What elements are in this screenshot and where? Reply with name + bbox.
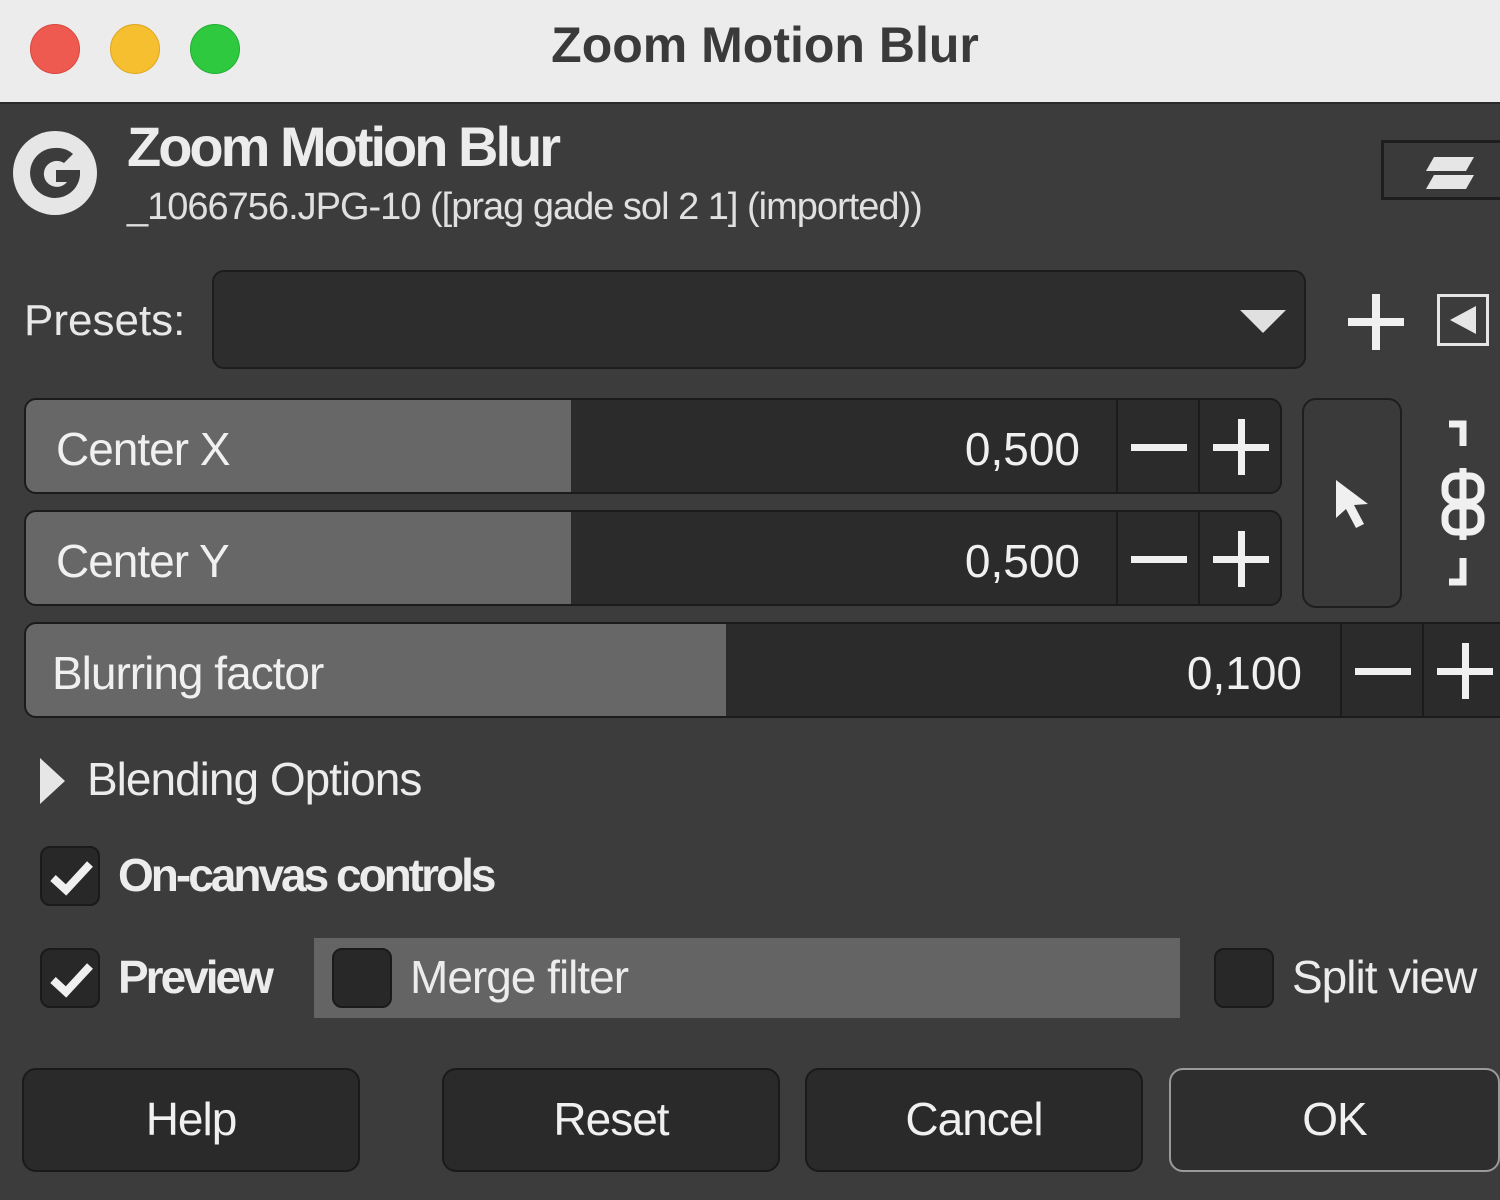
presets-combo[interactable] <box>212 270 1306 369</box>
chevron-down-icon <box>1240 310 1286 333</box>
dialog-title: Zoom Motion Blur <box>127 115 561 178</box>
reset-button[interactable]: Reset <box>442 1068 780 1172</box>
split-view-checkbox[interactable] <box>1214 948 1274 1008</box>
window-titlebar: Zoom Motion Blur <box>0 0 1500 104</box>
center-x-label: Center X <box>56 423 231 475</box>
merge-filter-toggle[interactable]: Merge filter <box>314 938 1180 1018</box>
center-y-spinscale[interactable]: Center Y 0,500 <box>24 510 1282 606</box>
blurring-factor-spinscale[interactable]: Blurring factor 0,100 <box>24 622 1500 718</box>
presets-label: Presets: <box>24 296 186 345</box>
blurring-factor-value[interactable]: 0,100 <box>1187 646 1302 700</box>
image-name: _1066756.JPG-10 ([prag gade sol 2 1] (im… <box>127 186 923 228</box>
checkmark-icon <box>50 963 93 998</box>
pick-coordinates-button[interactable] <box>1302 398 1402 608</box>
menu-triangle-icon <box>1450 306 1476 334</box>
center-x-decrease-button[interactable] <box>1116 400 1200 492</box>
center-y-value[interactable]: 0,500 <box>965 534 1080 588</box>
on-canvas-controls-label: On-canvas controls <box>118 849 496 901</box>
presets-menu-button[interactable] <box>1437 294 1489 346</box>
center-x-value[interactable]: 0,500 <box>965 422 1080 476</box>
chain-link-icon <box>1441 420 1485 586</box>
merge-filter-label: Merge filter <box>410 951 629 1003</box>
plus-icon <box>1348 294 1404 350</box>
ok-button[interactable]: OK <box>1169 1068 1500 1172</box>
merge-filter-checkbox[interactable] <box>332 948 392 1008</box>
dialog-menu-icon <box>1426 157 1474 189</box>
split-view-label: Split view <box>1292 951 1477 1003</box>
cancel-button[interactable]: Cancel <box>805 1068 1143 1172</box>
gimp-logo-icon <box>10 128 100 218</box>
chain-link-button[interactable] <box>1435 420 1491 595</box>
blurring-factor-label: Blurring factor <box>52 647 324 699</box>
expander-arrow-icon <box>40 758 65 804</box>
pointer-pick-icon <box>1336 480 1368 528</box>
blurring-factor-increase-button[interactable] <box>1422 624 1500 716</box>
center-y-label: Center Y <box>56 535 230 587</box>
center-x-spinscale[interactable]: Center X 0,500 <box>24 398 1282 494</box>
center-y-increase-button[interactable] <box>1198 512 1280 604</box>
minus-icon <box>1355 668 1411 675</box>
center-x-increase-button[interactable] <box>1198 400 1280 492</box>
help-button[interactable]: Help <box>22 1068 360 1172</box>
minus-icon <box>1131 444 1187 451</box>
preview-label: Preview <box>118 951 274 1003</box>
blending-options-label: Blending Options <box>87 753 422 805</box>
minus-icon <box>1131 556 1187 563</box>
checkmark-icon <box>50 861 93 896</box>
preview-checkbox[interactable] <box>40 948 100 1008</box>
window-title: Zoom Motion Blur <box>551 17 979 73</box>
add-preset-button[interactable] <box>1346 292 1406 352</box>
center-y-decrease-button[interactable] <box>1116 512 1200 604</box>
on-canvas-controls-checkbox[interactable] <box>40 846 100 906</box>
dialog-menu-button[interactable] <box>1381 140 1500 200</box>
blurring-factor-decrease-button[interactable] <box>1340 624 1424 716</box>
